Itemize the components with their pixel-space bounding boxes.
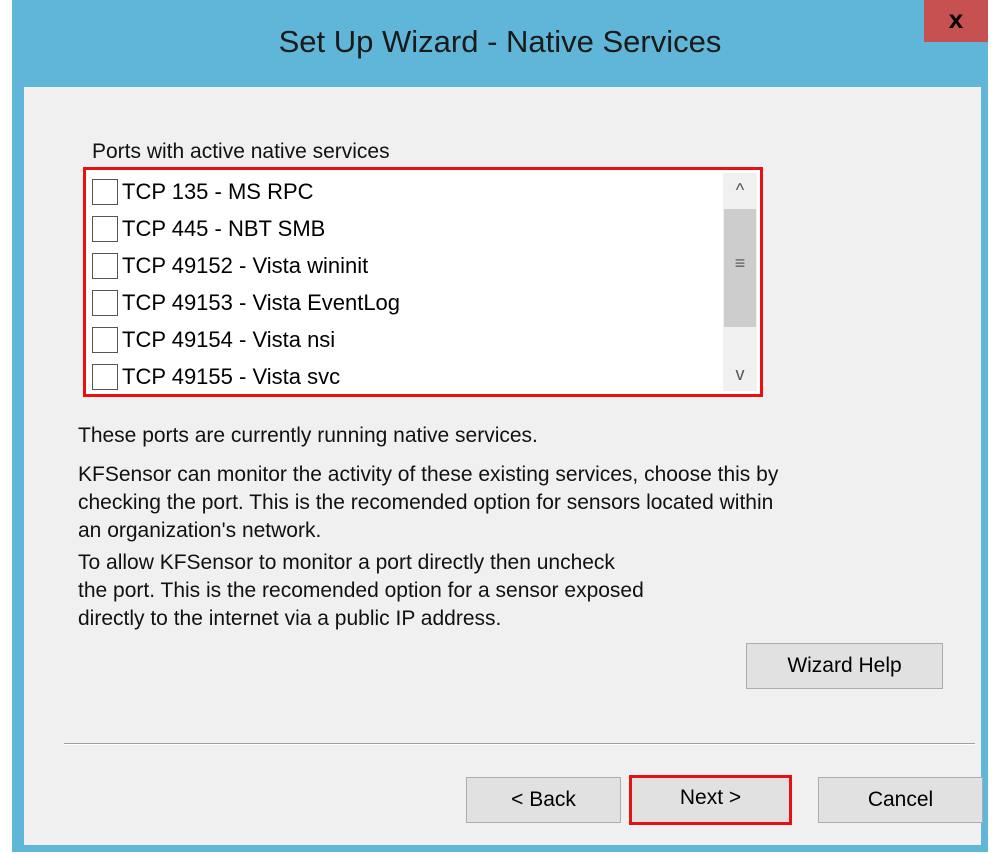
port-label: TCP 49154 - Vista nsi: [122, 326, 336, 352]
back-button[interactable]: < Back: [466, 777, 621, 823]
port-label: TCP 49153 - Vista EventLog: [122, 289, 401, 315]
window-title: Set Up Wizard - Native Services: [278, 24, 722, 59]
description-paragraph-line: an organization's network.: [78, 519, 322, 542]
ports-list-label: Ports with active native services: [92, 140, 390, 163]
port-label: TCP 135 - MS RPC: [122, 178, 314, 204]
scroll-up-arrow-icon[interactable]: ^: [723, 173, 757, 207]
ports-list-items: TCP 135 - MS RPC TCP 445 - NBT SMB TCP 491…: [92, 173, 722, 391]
description-paragraph-line: directly to the internet via a public IP…: [78, 607, 502, 630]
port-list-item[interactable]: TCP 49152 - Vista wininit: [92, 247, 722, 284]
port-checkbox[interactable]: [92, 363, 118, 390]
next-button[interactable]: Next >: [629, 775, 792, 825]
port-checkbox[interactable]: [92, 178, 118, 205]
cancel-button[interactable]: Cancel: [818, 777, 983, 823]
description-paragraph-line: To allow KFSensor to monitor a port dire…: [78, 551, 615, 574]
port-list-item[interactable]: TCP 49153 - Vista EventLog: [92, 284, 722, 321]
scroll-grip-icon: ≡: [734, 253, 746, 273]
port-list-item[interactable]: TCP 445 - NBT SMB: [92, 210, 722, 247]
port-checkbox[interactable]: [92, 289, 118, 316]
port-checkbox[interactable]: [92, 215, 118, 242]
ports-listbox[interactable]: TCP 135 - MS RPC TCP 445 - NBT SMB TCP 491…: [83, 167, 763, 397]
close-icon: x: [948, 4, 964, 34]
port-list-item[interactable]: TCP 49155 - Vista svc: [92, 358, 722, 395]
scroll-thumb[interactable]: ≡: [724, 209, 756, 327]
port-list-item[interactable]: TCP 135 - MS RPC: [92, 173, 722, 210]
port-label: TCP 49155 - Vista svc: [122, 363, 341, 389]
wizard-help-button[interactable]: Wizard Help: [746, 643, 943, 689]
close-button[interactable]: x: [924, 0, 988, 42]
wizard-window: Set Up Wizard - Native Services x Ports …: [12, 0, 988, 852]
port-label: TCP 49152 - Vista wininit: [122, 252, 369, 278]
port-checkbox[interactable]: [92, 326, 118, 353]
wizard-client-area: Ports with active native services TCP 13…: [24, 87, 983, 845]
ports-list-scrollbar[interactable]: ^ ≡ v: [723, 173, 757, 391]
description-paragraph-line: the port. This is the recomended option …: [78, 579, 644, 602]
description-line: These ports are currently running native…: [78, 424, 538, 447]
description-paragraph-line: KFSensor can monitor the activity of the…: [78, 463, 779, 486]
port-list-item[interactable]: TCP 49154 - Vista nsi: [92, 321, 722, 358]
description-paragraph-line: checking the port. This is the recomende…: [78, 491, 774, 514]
port-checkbox[interactable]: [92, 252, 118, 279]
port-label: TCP 445 - NBT SMB: [122, 215, 326, 241]
button-separator: [64, 743, 975, 745]
scroll-down-arrow-icon[interactable]: v: [723, 357, 757, 391]
